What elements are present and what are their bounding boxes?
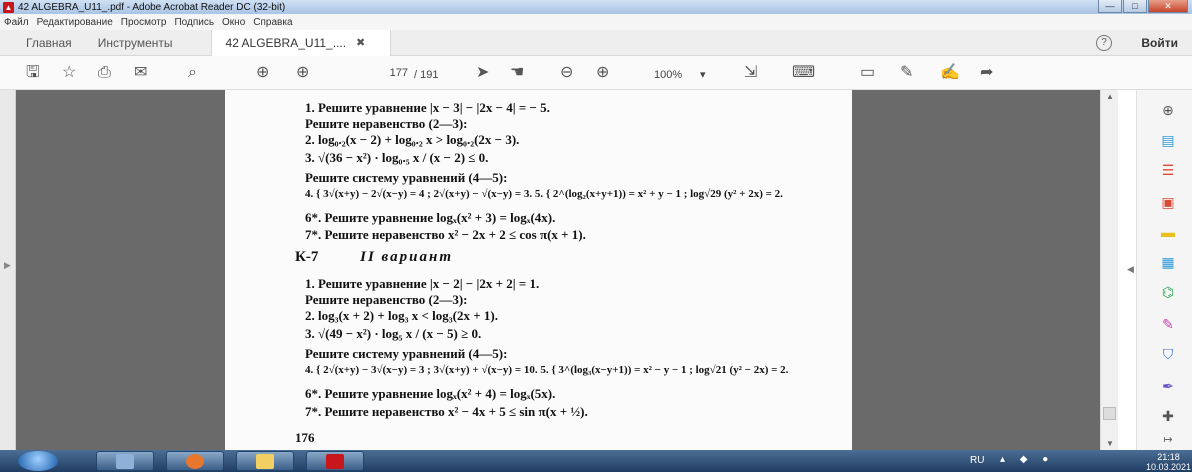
scan-icon[interactable]: ▦ bbox=[1159, 254, 1177, 270]
problem-line: 4. { 2√(x+y) − 3√(x−y) = 3 ; 3√(x+y) + √… bbox=[305, 364, 789, 376]
acrobat-app-icon: ▲ bbox=[3, 1, 14, 13]
tray-icons[interactable]: ▴ ◆ ● bbox=[1000, 454, 1054, 465]
select-cursor-icon[interactable]: ➤ bbox=[476, 65, 489, 81]
tab-tools[interactable]: Инструменты bbox=[92, 36, 193, 50]
pen-icon[interactable]: ✎ bbox=[900, 65, 913, 81]
share-icon[interactable]: ➦ bbox=[980, 65, 993, 81]
tab-document[interactable]: 42 ALGEBRA_U11_.... ✖ bbox=[210, 29, 391, 56]
problem-line: Решите систему уравнений (4—5): bbox=[305, 170, 508, 185]
scroll-thumb[interactable] bbox=[1103, 407, 1116, 420]
language-indicator[interactable]: RU bbox=[970, 455, 984, 466]
tab-document-label: 42 ALGEBRA_U11_.... bbox=[225, 35, 347, 50]
variant-heading: К-7 II вариант bbox=[295, 249, 453, 266]
problem-line: 4. { 3√(x+y) − 2√(x−y) = 4 ; 2√(x+y) − √… bbox=[305, 188, 783, 200]
menu-window[interactable]: Окно bbox=[222, 17, 245, 28]
current-page-input[interactable]: 177 bbox=[372, 65, 408, 81]
title-bar: ▲ 42 ALGEBRA_U11_.pdf - Adobe Acrobat Re… bbox=[0, 0, 1192, 14]
clock[interactable]: 21:18 10.03.2021 bbox=[1146, 452, 1191, 472]
menu-bar: Файл Редактирование Просмотр Подпись Окн… bbox=[0, 14, 1192, 30]
more-tools-icon[interactable]: ✚ bbox=[1159, 408, 1177, 424]
page-total: / 191 bbox=[414, 69, 439, 81]
organize-pages-icon[interactable]: ☰ bbox=[1159, 162, 1177, 178]
minimize-button[interactable]: — bbox=[1098, 0, 1122, 13]
scroll-down-icon[interactable]: ▼ bbox=[1106, 439, 1114, 448]
problem-line: 7*. Решите неравенство x² − 4x + 5 ≤ sin… bbox=[305, 404, 588, 419]
clock-date: 10.03.2021 bbox=[1146, 462, 1192, 472]
window-title: 42 ALGEBRA_U11_.pdf - Adobe Acrobat Read… bbox=[18, 1, 286, 13]
problem-line: 1. Решите уравнение |x − 3| − |2x − 4| =… bbox=[305, 100, 550, 115]
menu-file[interactable]: Файл bbox=[4, 17, 29, 28]
problem-line: 3. √(36 − x²) · log₀.₅ x / (x − 2) ≤ 0. bbox=[305, 150, 489, 165]
annotate-icon[interactable]: ✒ bbox=[1159, 378, 1177, 394]
menu-edit[interactable]: Редактирование bbox=[37, 17, 113, 28]
export-pdf-icon[interactable]: ▤ bbox=[1159, 132, 1177, 148]
zoom-dropdown-icon[interactable]: ▾ bbox=[700, 67, 706, 83]
problem-line: 7*. Решите неравенство x² − 2x + 2 ≤ cos… bbox=[305, 227, 586, 242]
menu-sign[interactable]: Подпись bbox=[174, 17, 214, 28]
tab-home[interactable]: Главная bbox=[0, 36, 92, 50]
variant-title: II вариант bbox=[360, 249, 453, 265]
windows-taskbar: RU ▴ ◆ ● 21:18 10.03.2021 bbox=[0, 450, 1192, 472]
protect-icon[interactable]: ⛉ bbox=[1159, 346, 1177, 362]
next-page-icon[interactable]: ⊕ bbox=[296, 65, 309, 81]
comment-panel-icon[interactable]: ▬ bbox=[1159, 224, 1177, 240]
keyboard-icon[interactable]: ⌨ bbox=[792, 65, 815, 81]
document-canvas[interactable]: 1. Решите уравнение |x − 3| − |2x − 4| =… bbox=[16, 90, 1100, 450]
menu-help[interactable]: Справка bbox=[253, 17, 292, 28]
sign-icon[interactable]: ✍ bbox=[940, 65, 960, 81]
email-icon[interactable]: ✉ bbox=[134, 65, 147, 81]
help-icon[interactable]: ? bbox=[1096, 35, 1112, 51]
window-controls: — □ ✕ bbox=[1097, 0, 1188, 14]
zoom-out-icon[interactable]: ⊖ bbox=[560, 65, 573, 81]
comment-icon[interactable]: ▭ bbox=[860, 65, 875, 81]
problem-line: 2. log₃(x + 2) + log₃ x < log₃(2x + 1). bbox=[305, 308, 498, 323]
start-button[interactable] bbox=[18, 451, 58, 471]
vertical-scrollbar[interactable]: ▲ ▼ bbox=[1100, 90, 1118, 450]
fill-sign-icon[interactable]: ⌬ bbox=[1159, 284, 1177, 300]
problem-line: 6*. Решите уравнение logₓ(x² + 3) = logₓ… bbox=[305, 210, 556, 225]
taskbar-app-browser[interactable] bbox=[166, 451, 224, 471]
page-number: 176 bbox=[295, 430, 315, 445]
clock-time: 21:18 bbox=[1157, 452, 1180, 462]
prev-page-icon[interactable]: ⊕ bbox=[256, 65, 269, 81]
problem-line: 6*. Решите уравнение logₓ(x² + 4) = logₓ… bbox=[305, 386, 556, 401]
save-icon[interactable]: 🖫 bbox=[26, 65, 40, 81]
problem-line: Решите неравенство (2—3): bbox=[305, 292, 468, 307]
problem-line: Решите неравенство (2—3): bbox=[305, 116, 468, 131]
zoom-in-icon[interactable]: ⊕ bbox=[596, 65, 609, 81]
taskbar-app-explorer[interactable] bbox=[96, 451, 154, 471]
taskbar-app-folder[interactable] bbox=[236, 451, 294, 471]
zoom-panel-icon[interactable]: ⊕ bbox=[1159, 102, 1177, 118]
tab-bar: Главная Инструменты 42 ALGEBRA_U11_.... … bbox=[0, 29, 1192, 56]
edit-icon[interactable]: ✎ bbox=[1159, 316, 1177, 332]
problem-line: 2. log₀.₂(x − 2) + log₀.₂ x > log₀.₂(2x … bbox=[305, 132, 520, 147]
navigation-pane-strip: ▶ bbox=[0, 90, 16, 450]
taskbar-app-acrobat[interactable] bbox=[306, 451, 364, 471]
tools-pane: ⊕ ▤ ☰ ▣ ▬ ▦ ⌬ ✎ ⛉ ✒ ✚ ↦ bbox=[1136, 90, 1192, 450]
bookmark-icon[interactable]: ☆ bbox=[62, 65, 76, 81]
collapse-panel-icon[interactable]: ◀ bbox=[1127, 264, 1134, 275]
search-icon[interactable]: ⌕ bbox=[188, 65, 197, 81]
create-pdf-icon[interactable]: ▣ bbox=[1159, 194, 1177, 210]
expand-nav-icon[interactable]: ▶ bbox=[4, 260, 11, 271]
maximize-button[interactable]: □ bbox=[1123, 0, 1147, 13]
zoom-level[interactable]: 100% bbox=[654, 67, 682, 83]
problem-line: 3. √(49 − x²) · log₅ x / (x − 5) ≥ 0. bbox=[305, 326, 482, 341]
scroll-up-icon[interactable]: ▲ bbox=[1106, 92, 1114, 101]
toolbar: 🖫 ☆ ⎙ ✉ ⌕ ⊕ ⊕ 177 / 191 ➤ ☚ ⊖ ⊕ 100% ▾ ⇲… bbox=[0, 56, 1192, 90]
login-button[interactable]: Войти bbox=[1141, 36, 1178, 50]
expand-panel-icon[interactable]: ↦ bbox=[1159, 432, 1177, 448]
problem-line: Решите систему уравнений (4—5): bbox=[305, 346, 508, 361]
pdf-page: 1. Решите уравнение |x − 3| − |2x − 4| =… bbox=[225, 90, 852, 450]
menu-view[interactable]: Просмотр bbox=[121, 17, 167, 28]
print-icon[interactable]: ⎙ bbox=[98, 65, 111, 81]
problem-line: 1. Решите уравнение |x − 2| − |2x + 2| =… bbox=[305, 276, 540, 291]
close-button[interactable]: ✕ bbox=[1148, 0, 1188, 13]
variant-code: К-7 bbox=[295, 249, 319, 265]
fit-page-icon[interactable]: ⇲ bbox=[744, 65, 757, 81]
hand-tool-icon[interactable]: ☚ bbox=[510, 65, 524, 81]
close-tab-icon[interactable]: ✖ bbox=[356, 36, 365, 49]
